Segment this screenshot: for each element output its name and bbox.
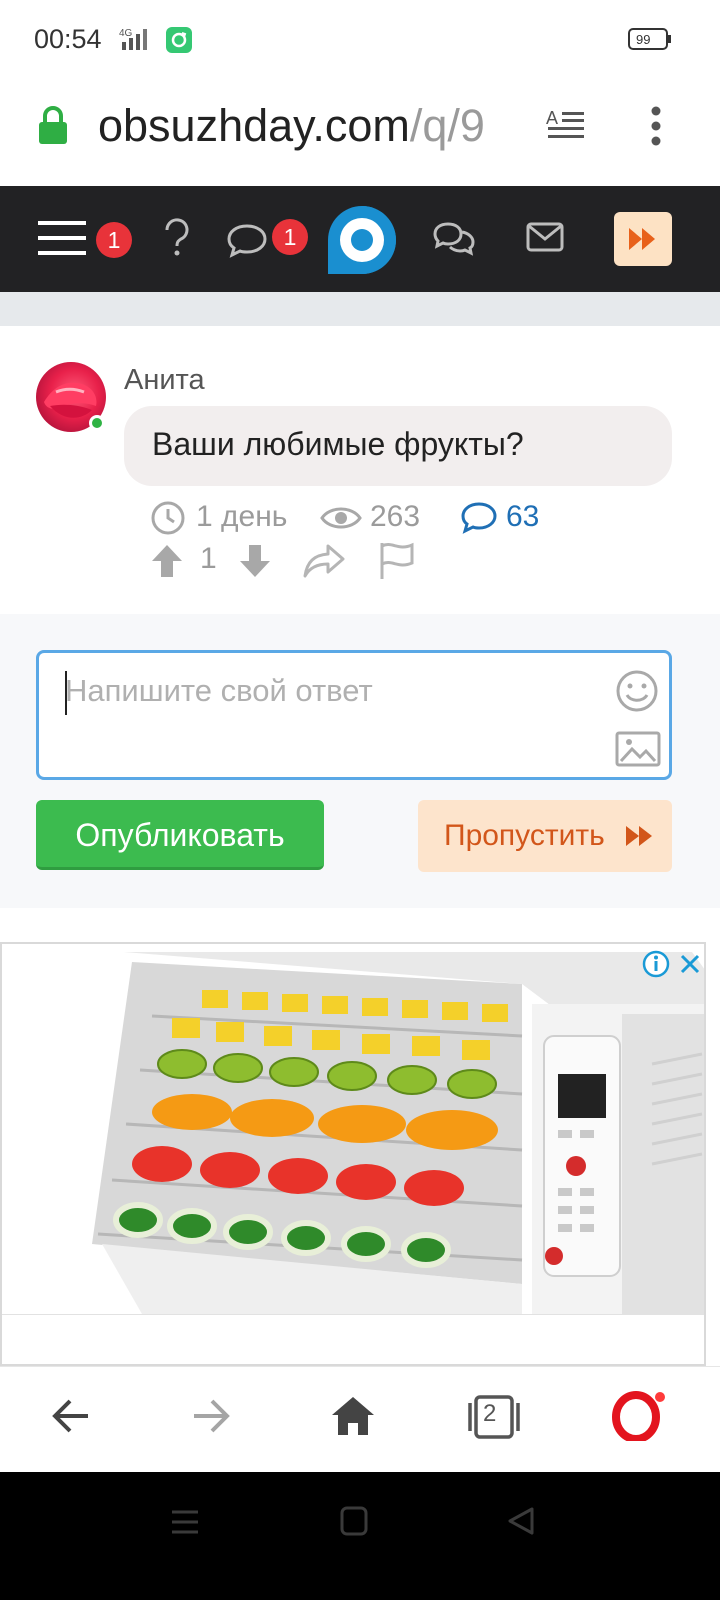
question-comments-count: 63 (506, 500, 540, 533)
svg-text:A: A (546, 108, 558, 128)
tab-count: 2 (483, 1400, 497, 1427)
question-comments[interactable]: 63 (460, 498, 560, 536)
emoji-icon[interactable] (615, 669, 659, 713)
sync-app-icon (166, 27, 192, 53)
clock-icon (151, 501, 185, 535)
mail-icon[interactable] (526, 222, 564, 252)
url-field[interactable]: obsuzhday.com/q/9 (98, 98, 530, 154)
eye-icon (320, 507, 362, 529)
skip-button[interactable]: Пропустить (418, 800, 672, 872)
browser-bottom-bar: 2 (0, 1366, 720, 1472)
comments-icon[interactable] (226, 222, 268, 258)
next-question-button[interactable] (614, 212, 672, 266)
menu-notification-badge: 1 (96, 222, 132, 258)
signal-4g-icon: 4G (119, 28, 147, 50)
ad-close-icon[interactable] (678, 952, 702, 976)
ad-info-icon[interactable] (642, 950, 670, 978)
opera-menu-icon[interactable] (612, 1389, 668, 1441)
advertisement[interactable] (0, 942, 706, 1366)
comments-notification-badge: 1 (272, 219, 308, 255)
question-text: Ваши любимые фрукты? (152, 426, 524, 462)
divider (0, 292, 720, 326)
forward-arrow-icon[interactable] (190, 1395, 232, 1437)
online-status-dot (89, 415, 105, 431)
svg-text:4G: 4G (119, 28, 133, 39)
upvote-arrow-icon[interactable] (150, 540, 184, 582)
question-age-text: 1 день (196, 500, 288, 533)
report-flag-icon[interactable] (378, 540, 416, 582)
recent-apps-icon[interactable] (170, 1508, 200, 1536)
question-card: Анита Ваши любимые фрукты? 1 день 263 63… (0, 326, 720, 614)
url-path: /q/9 (409, 100, 485, 151)
fast-forward-icon (626, 826, 652, 846)
question-age: 1 день (150, 498, 300, 536)
system-navigation-bar (0, 1472, 720, 1600)
home-icon[interactable] (330, 1395, 376, 1437)
hamburger-menu-icon[interactable] (38, 218, 88, 258)
lock-icon (39, 106, 67, 144)
tabs-button[interactable]: 2 (468, 1395, 520, 1439)
fast-forward-icon (629, 228, 655, 250)
system-back-icon[interactable] (506, 1506, 536, 1536)
attach-image-icon[interactable] (615, 731, 661, 767)
battery-icon: 99 (628, 28, 671, 50)
answer-form: Напишите свой ответ Опубликовать Пропуст… (0, 614, 720, 908)
site-logo[interactable] (326, 204, 398, 276)
ad-image-food-dehydrator[interactable] (2, 944, 706, 1314)
browser-address-bar: obsuzhday.com/q/9 A (0, 80, 720, 186)
comment-icon (461, 502, 497, 534)
question-bubble: Ваши любимые фрукты? (124, 406, 672, 486)
status-time: 00:54 (34, 24, 102, 54)
reader-mode-icon[interactable]: A (546, 108, 586, 142)
browser-menu-icon[interactable] (650, 106, 662, 146)
answer-placeholder: Напишите свой ответ (65, 673, 373, 708)
svg-text:99: 99 (636, 32, 650, 47)
author-name[interactable]: Анита (124, 364, 205, 397)
ad-footer (2, 1314, 704, 1364)
answer-textarea[interactable]: Напишите свой ответ (36, 650, 672, 780)
share-icon[interactable] (302, 540, 346, 582)
question-views-count: 263 (370, 500, 421, 533)
vote-count: 1 (200, 542, 217, 575)
publish-button[interactable]: Опубликовать (36, 800, 324, 870)
site-header: 1 1 (0, 186, 720, 292)
question-views: 263 (320, 498, 440, 536)
system-home-icon[interactable] (340, 1506, 368, 1536)
status-bar: 00:54 4G 99 (0, 0, 720, 80)
question-icon[interactable] (160, 218, 194, 260)
skip-label: Пропустить (444, 819, 605, 852)
back-arrow-icon[interactable] (50, 1395, 92, 1437)
chats-icon[interactable] (432, 220, 476, 258)
downvote-arrow-icon[interactable] (238, 540, 272, 582)
url-host: obsuzhday.com (98, 100, 410, 151)
